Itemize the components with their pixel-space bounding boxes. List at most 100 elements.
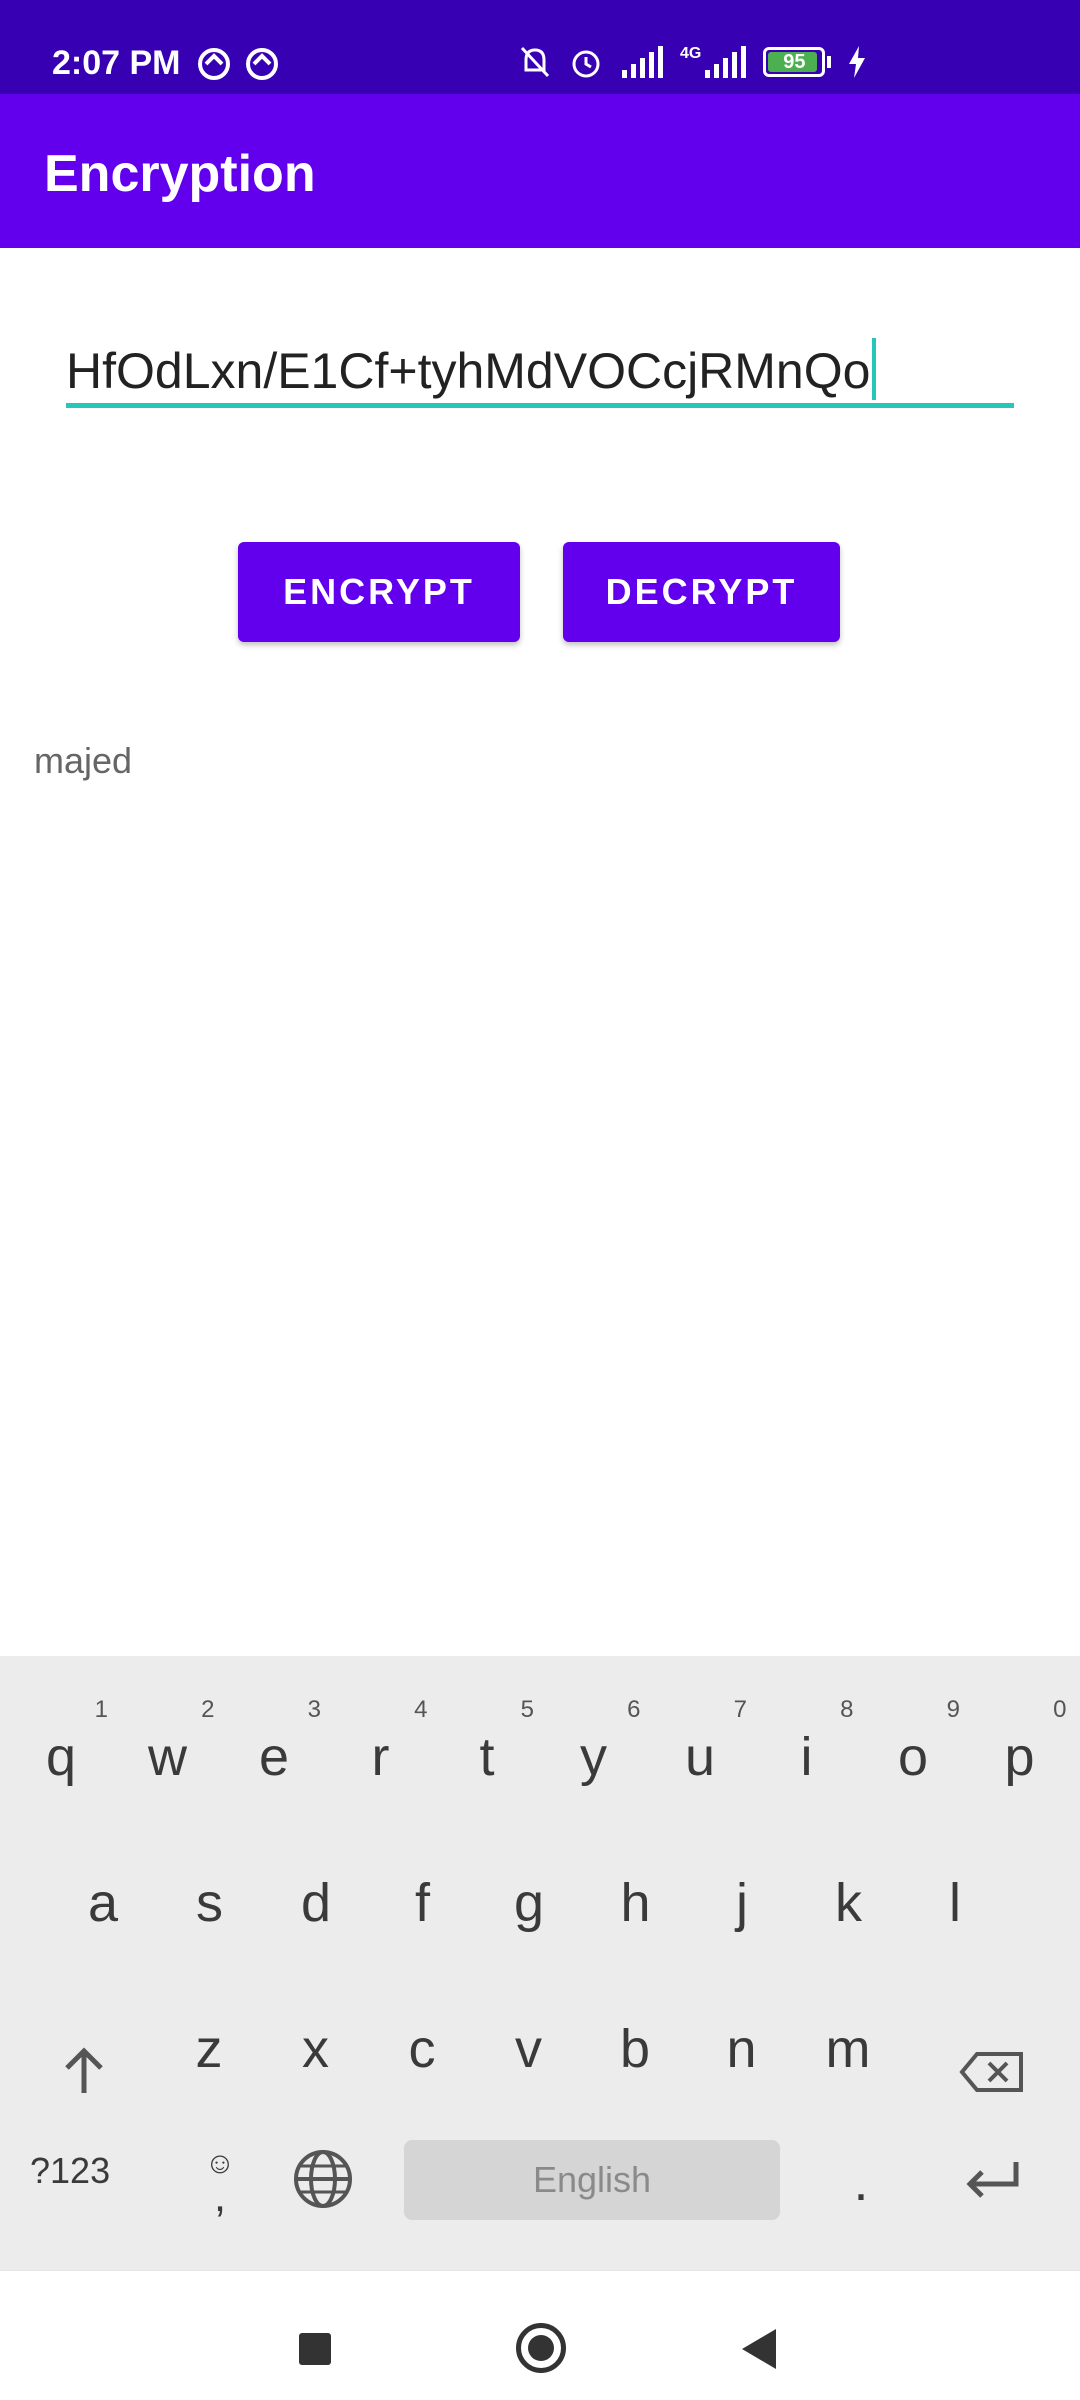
key-r[interactable]: r4 (338, 1696, 428, 1812)
key-y[interactable]: y6 (551, 1696, 641, 1812)
text-input-value: HfOdLxn/E1Cf+tyhMdVOCcjRMnQo (66, 338, 877, 400)
key-v[interactable]: v (486, 1994, 572, 2104)
app-title: Encryption (44, 145, 316, 203)
network-type-label: 4G (680, 45, 702, 62)
input-value-text: HfOdLxn/E1Cf+tyhMdVOCcjRMnQo (66, 343, 871, 399)
backspace-icon (959, 2052, 1023, 2092)
key-g[interactable]: g (486, 1848, 572, 1958)
key-f[interactable]: f (380, 1848, 466, 1958)
home-button[interactable] (516, 2323, 566, 2373)
app-bar: Encryption (0, 94, 1080, 248)
signal-icon (705, 46, 747, 78)
key-n[interactable]: n (699, 1994, 785, 2104)
enter-key[interactable] (956, 2146, 1028, 2216)
key-label: g (513, 1873, 545, 1933)
key-w[interactable]: w2 (125, 1696, 215, 1812)
comma-key[interactable]: ☺ , (194, 2132, 246, 2232)
key-l[interactable]: l (912, 1848, 998, 1958)
key-p[interactable]: p0 (977, 1696, 1066, 1812)
status-left-icons (196, 46, 280, 82)
key-label: e (258, 1727, 290, 1787)
alarm-icon (572, 50, 600, 78)
key-hint: 2 (201, 1696, 215, 1723)
key-d[interactable]: d (273, 1848, 359, 1958)
key-label: y (580, 1727, 607, 1787)
key-o[interactable]: o9 (870, 1696, 960, 1812)
recents-button[interactable] (299, 2333, 331, 2365)
status-bar: 2:07 PM 4G 95 (0, 0, 1080, 94)
key-z[interactable]: z (166, 1994, 252, 2104)
key-label: u (684, 1727, 716, 1787)
key-label: d (300, 1873, 332, 1933)
key-label: c (408, 2019, 436, 2079)
key-i[interactable]: i8 (764, 1696, 854, 1812)
key-b[interactable]: b (592, 1994, 678, 2104)
key-label: a (87, 1873, 119, 1933)
key-j[interactable]: j (699, 1848, 785, 1958)
key-q[interactable]: q1 (18, 1696, 108, 1812)
vpn-icon (246, 48, 278, 80)
key-label: t (479, 1727, 495, 1787)
key-label: f (414, 1873, 430, 1933)
key-label: l (949, 1873, 961, 1933)
shift-icon (65, 2047, 103, 2093)
key-hint: 7 (733, 1696, 747, 1723)
vpn-icon (198, 48, 230, 80)
charging-icon (849, 46, 866, 78)
key-hint: 8 (840, 1696, 854, 1723)
key-c[interactable]: c (379, 1994, 465, 2104)
key-s[interactable]: s (167, 1848, 253, 1958)
key-k[interactable]: k (806, 1848, 892, 1958)
key-m[interactable]: m (805, 1994, 891, 2104)
globe-icon (294, 2150, 352, 2208)
key-label: z (195, 2019, 223, 2079)
key-hint: 0 (1053, 1696, 1067, 1723)
key-hint: 9 (946, 1696, 960, 1723)
shift-key[interactable] (48, 2022, 120, 2122)
key-label: s (196, 1873, 223, 1933)
text-input[interactable]: HfOdLxn/E1Cf+tyhMdVOCcjRMnQo (66, 328, 1014, 408)
battery-icon: 95 (763, 47, 826, 77)
key-label: o (897, 1727, 929, 1787)
key-label: b (619, 2019, 651, 2079)
key-e[interactable]: e3 (231, 1696, 321, 1812)
key-hint: 1 (94, 1696, 108, 1723)
key-a[interactable]: a (60, 1848, 146, 1958)
key-u[interactable]: u7 (657, 1696, 747, 1812)
key-h[interactable]: h (593, 1848, 679, 1958)
key-t[interactable]: t5 (444, 1696, 534, 1812)
period-key[interactable]: . (836, 2132, 886, 2232)
key-hint: 5 (520, 1696, 534, 1723)
enter-icon (966, 2162, 1019, 2198)
key-x[interactable]: x (273, 1994, 359, 2104)
decrypt-button[interactable]: DECRYPT (563, 542, 840, 642)
key-label: v (515, 2019, 542, 2079)
key-label: r (371, 1727, 390, 1787)
key-label: i (800, 1727, 813, 1787)
key-label: k (835, 1873, 862, 1933)
battery-tip (827, 56, 832, 68)
key-label: p (1004, 1727, 1035, 1787)
backspace-key[interactable] (952, 2022, 1032, 2122)
key-label: x (302, 2019, 329, 2079)
result-text: majed (34, 740, 133, 781)
key-hint: 3 (307, 1696, 321, 1723)
navigation-bar (0, 2270, 1080, 2400)
text-cursor (872, 338, 877, 400)
keyboard: q1w2e3r4t5y6u7i8o9p0 asdfghjkl zxcvbnm ?… (0, 1656, 1080, 2270)
key-label: j (736, 1873, 748, 1933)
language-key[interactable] (290, 2146, 356, 2212)
signal-icon (622, 46, 663, 78)
key-hint: 4 (414, 1696, 428, 1723)
back-button[interactable] (742, 2329, 776, 2369)
encrypt-button[interactable]: ENCRYPT (238, 542, 520, 642)
status-time: 2:07 PM (52, 44, 181, 82)
key-label: n (726, 2019, 757, 2079)
mute-icon (520, 46, 550, 78)
key-hint: 6 (627, 1696, 641, 1723)
key-label: w (148, 1727, 187, 1787)
key-label: h (620, 1873, 651, 1933)
space-key[interactable]: English (404, 2140, 780, 2220)
comma-label: , (213, 2172, 227, 2221)
symbols-key[interactable]: ?123 (30, 2150, 110, 2192)
